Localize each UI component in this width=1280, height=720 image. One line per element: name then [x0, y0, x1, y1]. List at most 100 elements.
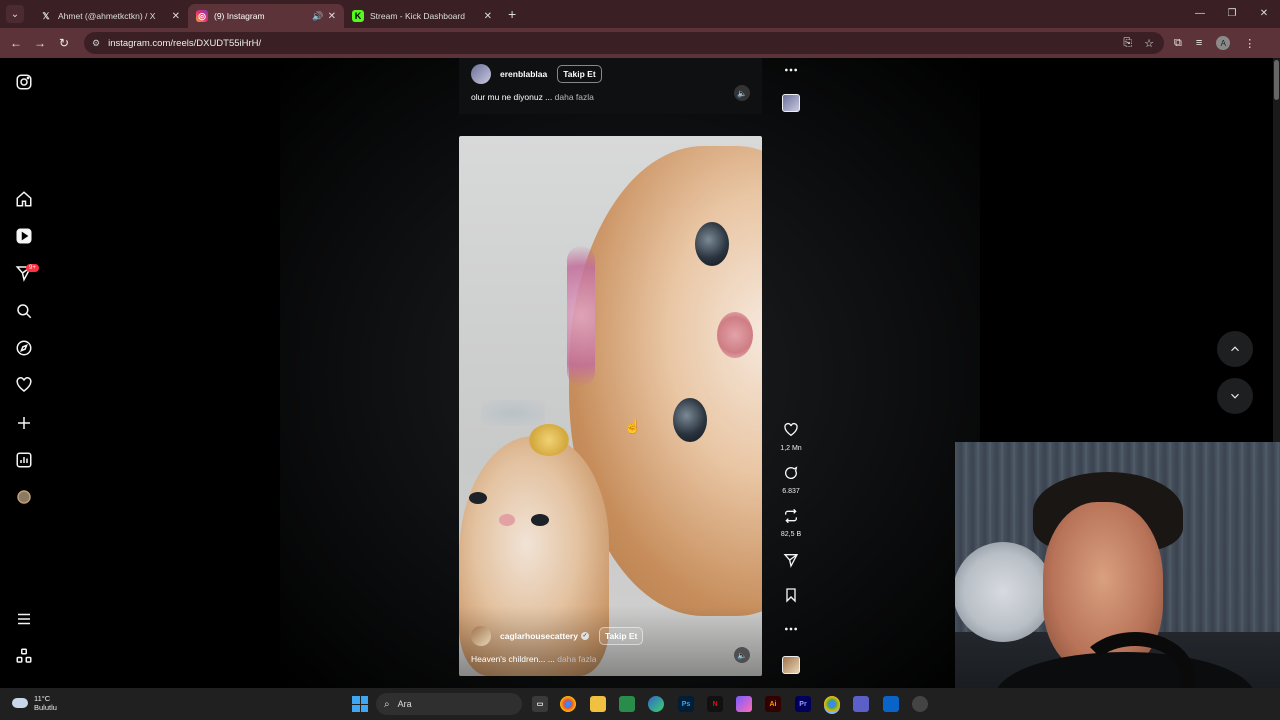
- file-explorer-icon[interactable]: [590, 696, 606, 712]
- reload-icon[interactable]: ↻: [52, 36, 76, 50]
- chrome-icon[interactable]: [560, 696, 576, 712]
- reel-author: erenblablaa Takip Et: [471, 64, 602, 84]
- comment-count: 6.837: [782, 488, 800, 495]
- username[interactable]: erenblablaa: [500, 69, 547, 79]
- browser-tab-active[interactable]: ◎ (9) Instagram 🔊 ✕: [188, 4, 344, 28]
- audio-thumbnail[interactable]: [782, 656, 800, 674]
- url-bar[interactable]: ⚙ instagram.com/reels/DXUDT55iHrH/ ⎘ ☆: [84, 32, 1164, 54]
- tab-search-button[interactable]: ⌄: [6, 5, 24, 23]
- kitten-nose: [499, 514, 515, 526]
- app-icon[interactable]: [912, 696, 928, 712]
- audio-thumbnail[interactable]: [782, 94, 800, 112]
- temperature: 11°C: [34, 694, 51, 703]
- caption-text: Heaven's children... ...: [471, 654, 555, 664]
- follow-button[interactable]: Takip Et: [557, 65, 602, 83]
- share-icon[interactable]: [776, 552, 806, 573]
- dashboard-icon[interactable]: [14, 450, 34, 470]
- photoshop-icon[interactable]: Ps: [678, 696, 694, 712]
- speaker-icon[interactable]: 🔈: [734, 647, 750, 663]
- tab-title: Stream - Kick Dashboard: [370, 11, 465, 21]
- task-view-icon[interactable]: ▭: [532, 696, 548, 712]
- chrome-active-icon[interactable]: [824, 696, 840, 712]
- follow-button[interactable]: Takip Et: [598, 627, 644, 645]
- illustrator-icon[interactable]: Ai: [765, 696, 781, 712]
- left-navigation: 9+: [0, 58, 48, 688]
- weather-widget[interactable]: 11°C Bulutlu: [12, 694, 57, 712]
- outlook-icon[interactable]: [883, 696, 899, 712]
- comment-button[interactable]: 6.837: [776, 465, 806, 495]
- also-from-meta-icon[interactable]: [14, 646, 34, 666]
- avatar[interactable]: [471, 626, 491, 646]
- profile-avatar-icon[interactable]: [14, 487, 34, 507]
- search-placeholder: Ara: [397, 699, 412, 709]
- store-icon[interactable]: [619, 696, 635, 712]
- menu-kebab-icon[interactable]: ⋮: [1244, 37, 1255, 50]
- browser-tab[interactable]: 𝕏 Ahmet (@ahmetkctkn) / X ✕: [32, 4, 188, 28]
- more-options-icon[interactable]: [776, 62, 806, 83]
- save-bookmark-icon[interactable]: [776, 587, 806, 608]
- taskbar-search[interactable]: ⌕ Ara: [376, 693, 522, 715]
- heart-icon[interactable]: [14, 375, 34, 395]
- restore-icon[interactable]: ❐: [1216, 0, 1248, 28]
- premiere-icon[interactable]: Pr: [795, 696, 811, 712]
- speaker-icon[interactable]: 🔈: [734, 85, 750, 101]
- browser-tab[interactable]: K Stream - Kick Dashboard ✕: [344, 4, 500, 28]
- extensions-icon[interactable]: ⧉: [1174, 37, 1182, 50]
- more-options-icon[interactable]: [776, 621, 806, 642]
- instagram-logo-icon[interactable]: [14, 72, 34, 92]
- forward-icon[interactable]: →: [28, 36, 52, 50]
- notification-badge: 9+: [26, 264, 39, 272]
- next-reel-button[interactable]: [1217, 378, 1253, 414]
- copilot-icon[interactable]: [736, 696, 752, 712]
- kitten-nose: [717, 312, 753, 358]
- repost-count: 82,5 B: [780, 531, 802, 538]
- kitten-eye: [469, 492, 487, 504]
- instagram-icon: ◎: [196, 10, 208, 22]
- edge-icon[interactable]: [648, 696, 664, 712]
- weather-condition: Bulutlu: [34, 703, 57, 712]
- scrollbar-thumb[interactable]: [1274, 60, 1279, 100]
- minimize-icon[interactable]: —: [1184, 0, 1216, 28]
- browser-tab-bar: ⌄ 𝕏 Ahmet (@ahmetkctkn) / X ✕ ◎ (9) Inst…: [0, 0, 1280, 28]
- install-app-icon[interactable]: ⎘: [1123, 37, 1132, 50]
- close-tab-icon[interactable]: ✕: [328, 11, 336, 22]
- start-windows-icon[interactable]: [352, 696, 368, 712]
- home-icon[interactable]: [14, 189, 34, 209]
- speaker-icon[interactable]: 🔊: [312, 11, 323, 22]
- username[interactable]: caglarhousecattery: [500, 631, 578, 641]
- site-info-icon[interactable]: ⚙: [92, 38, 100, 49]
- chevron-down-icon: [1231, 393, 1239, 399]
- search-icon[interactable]: [14, 301, 34, 321]
- like-button[interactable]: 1,2 Mn: [776, 422, 806, 452]
- more-menu-icon[interactable]: [14, 609, 34, 629]
- address-toolbar: ← → ↻ ⚙ instagram.com/reels/DXUDT55iHrH/…: [0, 28, 1280, 58]
- profile-avatar[interactable]: A: [1216, 36, 1231, 50]
- reels-icon[interactable]: [14, 226, 34, 246]
- previous-reel[interactable]: erenblablaa Takip Et olur mu ne diyonuz …: [459, 58, 762, 114]
- netflix-icon[interactable]: N: [707, 696, 723, 712]
- repost-icon: [785, 508, 797, 524]
- repost-button[interactable]: 82,5 B: [776, 508, 806, 538]
- more-link[interactable]: daha fazla: [555, 92, 594, 102]
- heart-icon: [784, 422, 798, 437]
- wall-clock: [955, 542, 1053, 642]
- more-link[interactable]: daha fazla: [557, 654, 596, 664]
- teams-icon[interactable]: [853, 696, 869, 712]
- reel-author: caglarhousecattery ✓ Takip Et: [471, 626, 644, 646]
- reel-video[interactable]: ☝ caglarhousecattery ✓ Takip Et Heaven's…: [459, 136, 762, 676]
- create-plus-icon[interactable]: [14, 413, 34, 433]
- avatar[interactable]: [471, 64, 491, 84]
- close-tab-icon[interactable]: ✕: [172, 11, 180, 22]
- close-window-icon[interactable]: ✕: [1248, 0, 1280, 28]
- verified-badge-icon: ✓: [580, 632, 589, 640]
- new-tab-icon[interactable]: +: [508, 6, 516, 22]
- gold-crown-decoration: [529, 424, 569, 456]
- previous-reel-button[interactable]: [1217, 331, 1253, 367]
- tab-title: (9) Instagram: [214, 11, 265, 21]
- bookmark-star-icon[interactable]: ☆: [1144, 37, 1154, 50]
- close-tab-icon[interactable]: ✕: [484, 11, 492, 22]
- back-icon[interactable]: ←: [4, 36, 28, 50]
- explore-icon[interactable]: [14, 338, 34, 358]
- chevron-up-icon: [1231, 346, 1239, 352]
- media-controls-icon[interactable]: ≡: [1196, 37, 1202, 49]
